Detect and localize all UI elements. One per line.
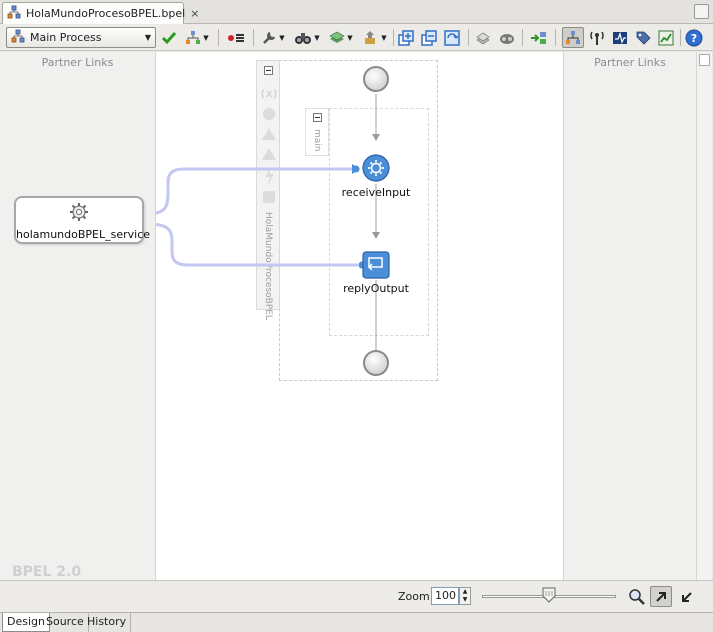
close-tab-icon[interactable]: × — [190, 7, 199, 20]
help-icon: ? — [685, 29, 703, 46]
monitor-button[interactable] — [586, 27, 608, 48]
layers-icon — [329, 31, 345, 43]
antenna-icon — [590, 31, 604, 45]
process-view-icon — [566, 30, 580, 44]
reply-activity-label: replyOutput — [343, 282, 409, 295]
arrow-down-left-icon — [682, 591, 692, 602]
vertical-scrollbar[interactable] — [696, 52, 712, 580]
arrow-up-right-icon — [656, 591, 666, 602]
schema-icon — [476, 32, 490, 44]
reply-activity[interactable] — [361, 250, 391, 283]
structure-button[interactable]: ▼ — [183, 27, 211, 48]
refresh-button[interactable] — [442, 27, 462, 48]
skin-button[interactable]: ▼ — [327, 27, 355, 48]
right-panel-title: Partner Links — [594, 56, 666, 69]
sensor-icon — [613, 31, 627, 44]
process-start-node[interactable] — [363, 66, 389, 92]
schema-button[interactable] — [473, 27, 493, 48]
sensors-button[interactable] — [609, 27, 631, 48]
insert-button[interactable] — [528, 27, 550, 48]
left-partner-links-panel: Partner Links holamundoBPEL_service BPEL… — [0, 52, 156, 580]
zoom-bar: Zoom: 100 ▲ ▼ — [0, 580, 713, 612]
search-button[interactable]: ▼ — [292, 27, 322, 48]
partner-link-service[interactable]: holamundoBPEL_service — [14, 196, 151, 244]
reply-icon — [362, 251, 390, 279]
receive-activity[interactable] — [361, 153, 391, 186]
tab-title: HolaMundoProcesoBPEL.bpel — [26, 7, 186, 20]
editor-tabstrip: HolaMundoProcesoBPEL.bpel × — [0, 0, 713, 24]
select-mode-button[interactable] — [650, 586, 672, 607]
refresh-icon — [444, 29, 460, 46]
zoom-spinner[interactable]: ▲ ▼ — [459, 587, 471, 605]
editor-view-tabs: Design Source History — [0, 612, 713, 632]
validate-button[interactable] — [160, 27, 178, 48]
breakpoints-button[interactable] — [225, 27, 247, 48]
wrench-icon — [263, 31, 276, 44]
process-view-toggle[interactable] — [562, 27, 584, 48]
deploy-icon — [365, 30, 376, 44]
service-gear-icon — [69, 202, 89, 225]
bpel-design-canvas[interactable]: (x) HolaMundoProcesoBPEL main receiveInp… — [156, 52, 563, 580]
receive-activity-label: receiveInput — [341, 186, 411, 199]
insert-arrow-icon — [531, 31, 546, 44]
zoom-slider-thumb[interactable] — [541, 587, 556, 603]
partner-link-label: holamundoBPEL_service — [16, 228, 151, 241]
zoom-label: Zoom: — [398, 590, 434, 603]
spinner-up-icon[interactable]: ▲ — [460, 588, 470, 596]
svg-text:?: ? — [691, 32, 697, 45]
bpel-toolbar: Main Process ▼ ▼ ▼ ▼ ▼ ▼ ? — [0, 24, 713, 51]
chevron-down-icon: ▼ — [144, 33, 151, 42]
breakpoint-list-icon — [228, 33, 244, 42]
checkmark-icon — [161, 31, 177, 44]
process-end-node[interactable] — [363, 350, 389, 376]
right-partner-links-panel: Partner Links — [563, 52, 696, 580]
chart-icon — [658, 30, 674, 45]
tools-button[interactable]: ▼ — [259, 27, 287, 48]
collapse-icon — [421, 29, 437, 46]
left-panel-title: Partner Links — [41, 56, 114, 69]
process-selector[interactable]: Main Process ▼ — [6, 27, 156, 48]
receive-icon — [362, 154, 390, 182]
pan-mode-button[interactable] — [676, 586, 698, 607]
bpel-file-icon — [7, 5, 21, 22]
zoom-fit-button[interactable] — [626, 586, 648, 607]
tag-icon — [636, 31, 651, 45]
expand-icon — [398, 29, 414, 46]
scrollbar-thumb[interactable] — [699, 54, 710, 66]
tab-history[interactable]: History — [83, 613, 132, 632]
bpel-version-label: BPEL 2.0 — [12, 564, 82, 580]
zoom-input[interactable]: 100 — [431, 587, 459, 605]
process-select-value: Main Process — [30, 31, 102, 44]
expand-button[interactable] — [396, 27, 416, 48]
tab-source[interactable]: Source — [42, 613, 89, 632]
editor-tab[interactable]: HolaMundoProcesoBPEL.bpel × — [2, 2, 199, 24]
process-icon — [11, 29, 25, 46]
binoculars-icon — [295, 32, 312, 44]
deploy-button[interactable]: ▼ — [361, 27, 389, 48]
collapse-button[interactable] — [419, 27, 439, 48]
maximize-button[interactable] — [694, 4, 709, 19]
hierarchy-icon — [186, 30, 201, 44]
analytics-button[interactable] — [655, 27, 677, 48]
view-icon — [500, 33, 514, 44]
preview-button[interactable] — [497, 27, 517, 48]
help-button[interactable]: ? — [684, 27, 704, 48]
annotation-button[interactable] — [632, 27, 654, 48]
flow-connectors — [156, 94, 380, 350]
magnifier-icon — [629, 588, 645, 605]
spinner-down-icon[interactable]: ▼ — [460, 596, 470, 604]
